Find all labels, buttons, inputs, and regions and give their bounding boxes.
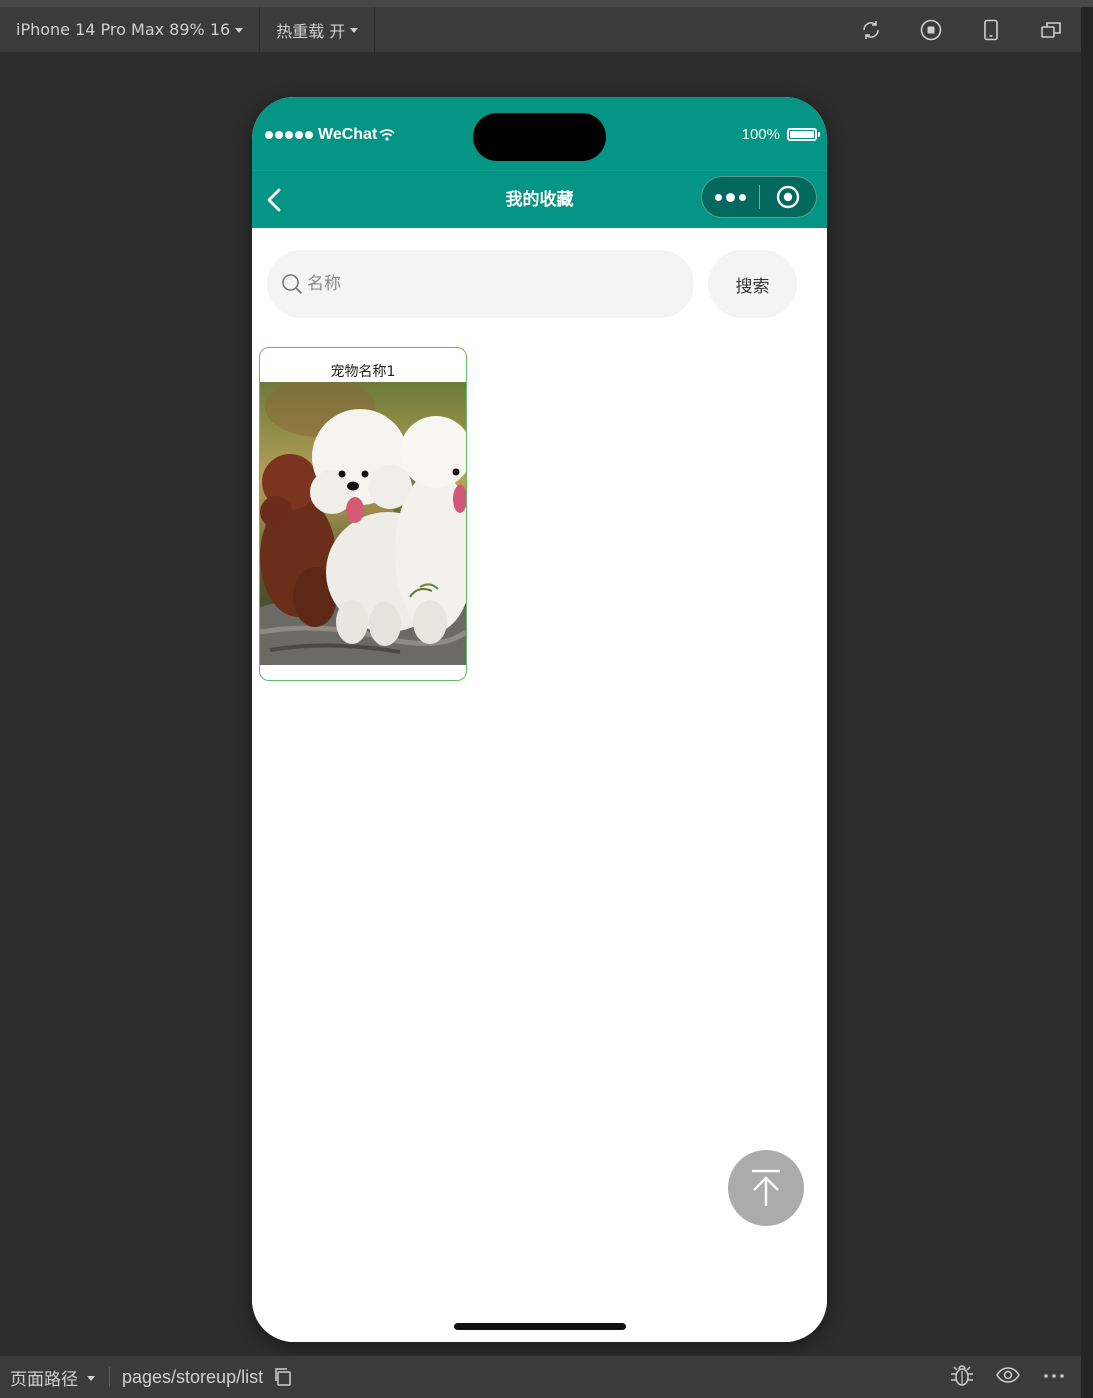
carrier-label: WeChat [318, 126, 378, 143]
back-to-top-button[interactable] [728, 1150, 804, 1226]
search-input[interactable] [307, 274, 667, 294]
battery-percent: 100% [741, 126, 780, 143]
window-top-strip [0, 0, 1093, 7]
page-path-selector[interactable]: 页面路径 [0, 1365, 95, 1390]
hot-reload-toggle[interactable]: 热重载 开 [260, 7, 376, 52]
copy-icon[interactable] [273, 1367, 293, 1387]
card-title: 宠物名称1 [330, 364, 396, 380]
search-button[interactable]: 搜索 [708, 250, 797, 318]
page-content: 搜索 宠物名称1 [252, 228, 827, 1342]
dynamic-island [473, 113, 606, 161]
back-arrow-icon[interactable] [260, 185, 290, 215]
more-dots-icon[interactable] [702, 177, 759, 217]
stop-icon[interactable] [901, 7, 961, 52]
chevron-down-icon [235, 28, 244, 33]
miniprogram-capsule [701, 176, 817, 218]
device-selector[interactable]: iPhone 14 Pro Max 89% 16 [0, 7, 261, 52]
close-circle-icon[interactable] [759, 177, 816, 217]
device-label: iPhone 14 Pro Max 89% 16 [16, 20, 231, 39]
windows-icon[interactable] [1021, 7, 1081, 52]
right-panel-edge [1081, 7, 1093, 1398]
hot-reload-label: 热重载 开 [276, 21, 346, 41]
debug-icon[interactable] [949, 1362, 975, 1393]
arrow-up-icon [752, 1169, 780, 1206]
eye-icon[interactable] [995, 1362, 1021, 1393]
page-path-label: 页面路径 [10, 1369, 78, 1390]
page-path: pages/storeup/list [122, 1366, 264, 1387]
status-bar: WeChat 100% [252, 97, 827, 170]
wifi-icon [379, 129, 395, 141]
simulator-toolbar: iPhone 14 Pro Max 89% 16 热重载 开 [0, 7, 1081, 52]
more-icon[interactable] [1041, 1362, 1067, 1393]
signal-icon [265, 131, 313, 139]
phone-icon[interactable] [961, 7, 1021, 52]
search-icon [282, 274, 302, 294]
chevron-down-icon [87, 1375, 95, 1381]
chevron-down-icon [350, 28, 359, 33]
home-indicator [454, 1323, 626, 1330]
phone-frame: WeChat 100% 我的收藏 搜索 宠物名称1 [252, 97, 827, 1342]
refresh-icon[interactable] [841, 7, 901, 52]
search-bar[interactable] [267, 250, 694, 318]
simulator-bottom-bar: 页面路径 pages/storeup/list [0, 1356, 1081, 1398]
favorite-card[interactable]: 宠物名称1 [259, 347, 467, 681]
divider [109, 1367, 110, 1387]
nav-bar: 我的收藏 [252, 170, 827, 228]
battery-icon [787, 128, 820, 141]
pet-photo[interactable] [260, 382, 466, 665]
